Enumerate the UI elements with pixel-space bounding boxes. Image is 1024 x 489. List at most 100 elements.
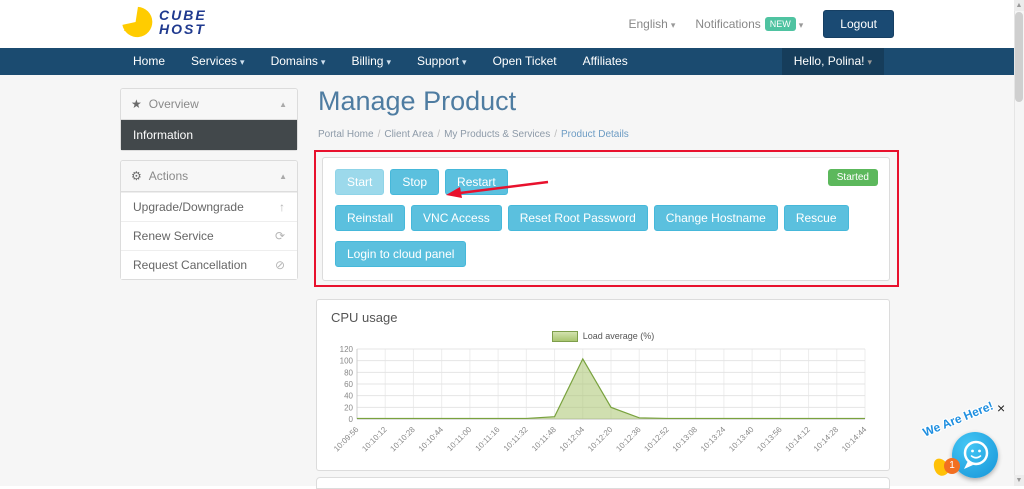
svg-text:10:09:56: 10:09:56 [332, 425, 361, 454]
sidebar-item-information[interactable]: Information [121, 120, 297, 150]
change-hostname-button[interactable]: Change Hostname [654, 205, 778, 231]
svg-text:10:13:24: 10:13:24 [699, 425, 728, 454]
nav-item-home[interactable]: Home [120, 48, 178, 75]
arrow-up-icon: ↑ [279, 200, 285, 214]
user-menu[interactable]: Hello, Polina!▾ [782, 48, 884, 75]
vnc-access-button[interactable]: VNC Access [411, 205, 502, 231]
svg-text:10:13:08: 10:13:08 [671, 425, 700, 454]
cpu-usage-panel: CPU usage Load average (%) 0204060801001… [316, 299, 890, 471]
chat-bubble-icon [952, 432, 998, 478]
breadcrumb-separator: / [378, 129, 381, 140]
action-item-label: Renew Service [133, 229, 214, 243]
chevron-down-icon: ▾ [240, 57, 245, 67]
legend-swatch [552, 331, 578, 342]
svg-text:10:13:40: 10:13:40 [727, 425, 756, 454]
header-right: English▾ NotificationsNEW▾ Logout [629, 10, 895, 38]
reset-root-password-button[interactable]: Reset Root Password [508, 205, 648, 231]
actions-panel-header[interactable]: ⚙ Actions ▲ [121, 161, 297, 192]
new-badge: NEW [765, 17, 796, 31]
logout-button[interactable]: Logout [823, 10, 894, 38]
restart-button[interactable]: Restart [445, 169, 508, 195]
breadcrumb-item-portal-home[interactable]: Portal Home [318, 129, 374, 140]
next-panel-edge [316, 477, 890, 489]
star-icon: ★ [131, 97, 142, 111]
overview-panel-title: Overview [149, 97, 199, 111]
svg-text:10:11:16: 10:11:16 [474, 425, 502, 453]
notifications-menu[interactable]: NotificationsNEW▾ [695, 17, 803, 31]
svg-text:10:10:12: 10:10:12 [360, 425, 389, 454]
svg-text:10:13:56: 10:13:56 [755, 425, 784, 454]
scrollbar-thumb[interactable] [1015, 12, 1023, 102]
nav-item-open-ticket[interactable]: Open Ticket [480, 48, 570, 75]
chevron-down-icon: ▾ [462, 57, 467, 67]
main-nav-items: HomeServices▾Domains▾Billing▾Support▾Ope… [120, 48, 641, 75]
breadcrumb-separator: / [554, 129, 557, 140]
svg-text:10:12:04: 10:12:04 [558, 425, 587, 454]
chevron-up-icon: ▲ [279, 100, 287, 109]
svg-text:20: 20 [344, 403, 353, 412]
sidebar-item-renew-service[interactable]: Renew Service ⟳ [121, 221, 297, 250]
nav-item-support[interactable]: Support▾ [404, 48, 480, 75]
refresh-icon: ⟳ [275, 229, 285, 243]
scroll-up-arrow[interactable]: ▲ [1014, 0, 1024, 11]
controls-row-3: Login to cloud panel [335, 241, 877, 267]
svg-text:100: 100 [340, 357, 354, 366]
svg-text:10:12:20: 10:12:20 [586, 425, 615, 454]
language-menu[interactable]: English▾ [629, 17, 676, 31]
breadcrumb-item-client-area[interactable]: Client Area [384, 129, 433, 140]
sidebar-actions-panel: ⚙ Actions ▲ Upgrade/Downgrade ↑ Renew Serv… [120, 160, 298, 280]
stop-button[interactable]: Stop [390, 169, 439, 195]
reinstall-button[interactable]: Reinstall [335, 205, 405, 231]
product-controls-panel: StartStopRestart ReinstallVNC AccessRese… [322, 157, 890, 281]
svg-text:10:11:48: 10:11:48 [530, 425, 558, 453]
chevron-up-icon: ▲ [279, 172, 287, 181]
brand-logo[interactable]: CUBE HOST [120, 5, 207, 39]
actions-items: Upgrade/Downgrade ↑ Renew Service ⟳ Request … [121, 192, 297, 279]
scroll-down-arrow[interactable]: ▼ [1014, 475, 1024, 486]
svg-text:80: 80 [344, 368, 353, 377]
controls-row-1: StartStopRestart [335, 169, 877, 195]
breadcrumb: Portal Home/Client Area/My Products & Se… [318, 129, 629, 140]
chart-wrap: 02040608010012010:09:5610:10:1210:10:281… [317, 343, 889, 468]
controls-row-2: ReinstallVNC AccessReset Root PasswordCh… [335, 205, 877, 231]
nav-item-domains[interactable]: Domains▾ [258, 48, 339, 75]
sidebar-item-request-cancellation[interactable]: Request Cancellation⊘ [121, 250, 297, 279]
top-header: CUBE HOST English▾ NotificationsNEW▾ Log… [0, 0, 1024, 48]
vertical-scrollbar[interactable]: ▲ ▼ [1014, 0, 1024, 486]
ban-icon: ⊘ [275, 258, 285, 272]
cubehost-logo-icon [120, 5, 154, 39]
svg-text:10:14:44: 10:14:44 [840, 425, 869, 454]
brand-line2: HOST [159, 22, 207, 36]
svg-text:10:12:52: 10:12:52 [642, 425, 671, 454]
legend-label: Load average (%) [583, 331, 655, 341]
sidebar-overview-panel: ★ Overview ▲ Information [120, 88, 298, 151]
breadcrumb-separator: / [437, 129, 440, 140]
svg-text:10:11:32: 10:11:32 [502, 425, 530, 453]
chart-legend: Load average (%) [317, 329, 889, 343]
page-title: Manage Product [318, 86, 516, 117]
rescue-button[interactable]: Rescue [784, 205, 849, 231]
overview-panel-header[interactable]: ★ Overview ▲ [121, 89, 297, 120]
actions-panel-title: Actions [149, 169, 188, 183]
chat-close-icon[interactable]: × [997, 400, 1005, 416]
login-to-cloud-panel-button[interactable]: Login to cloud panel [335, 241, 466, 267]
chevron-down-icon: ▾ [386, 57, 391, 67]
chat-launcher-button[interactable] [952, 432, 998, 478]
svg-text:10:12:36: 10:12:36 [614, 425, 643, 454]
cpu-panel-title: CPU usage [317, 300, 889, 329]
start-button[interactable]: Start [335, 169, 384, 195]
chevron-down-icon: ▾ [671, 20, 676, 30]
svg-text:10:11:00: 10:11:00 [445, 425, 473, 453]
main-nav: HomeServices▾Domains▾Billing▾Support▾Ope… [0, 48, 1024, 75]
brand-line1: CUBE [159, 8, 207, 22]
cpu-chart-svg: 02040608010012010:09:5610:10:1210:10:281… [321, 343, 881, 463]
nav-item-affiliates[interactable]: Affiliates [570, 48, 641, 75]
chevron-down-icon: ▾ [799, 20, 804, 30]
svg-text:10:10:44: 10:10:44 [417, 425, 446, 454]
nav-item-services[interactable]: Services▾ [178, 48, 258, 75]
action-item-label: Upgrade/Downgrade [133, 200, 244, 214]
breadcrumb-item-my-products-services[interactable]: My Products & Services [444, 129, 550, 140]
svg-text:120: 120 [340, 345, 354, 354]
nav-item-billing[interactable]: Billing▾ [338, 48, 404, 75]
sidebar-item-upgrade-downgrade[interactable]: Upgrade/Downgrade ↑ [121, 192, 297, 221]
